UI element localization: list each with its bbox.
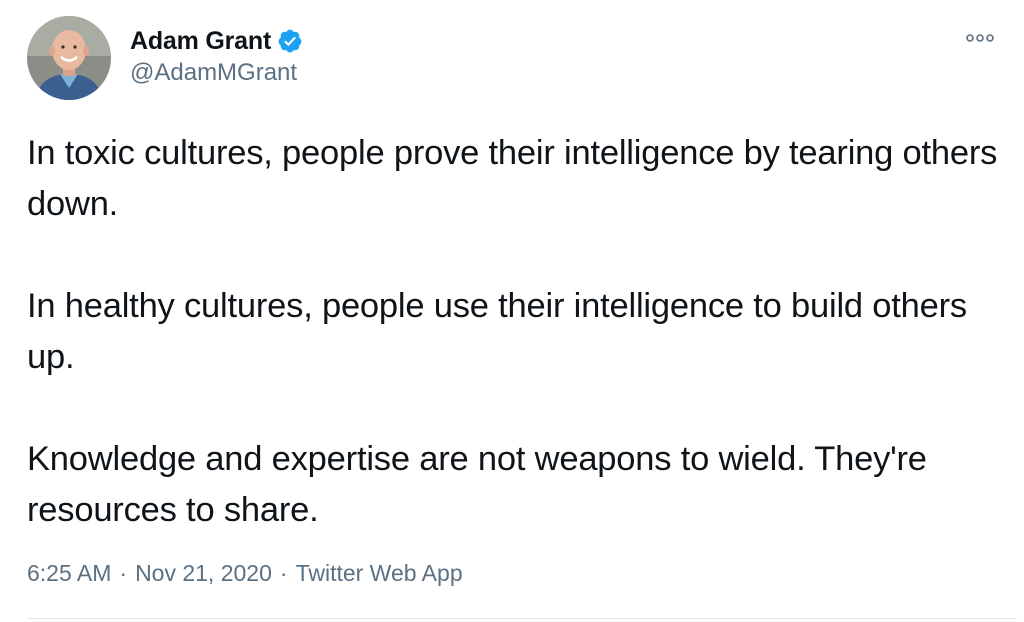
tweet-text: In toxic cultures, people prove their in… [27, 128, 1012, 536]
tweet-card: Adam Grant @AdamMGrant In toxic cultures… [0, 0, 1024, 622]
tweet-date[interactable]: Nov 21, 2020 [135, 560, 272, 587]
more-options-button[interactable] [960, 28, 1000, 48]
tweet-meta: 6:25 AM · Nov 21, 2020 · Twitter Web App [27, 560, 463, 587]
divider [27, 618, 1017, 619]
author-handle[interactable]: @AdamMGrant [130, 59, 297, 87]
tweet-time[interactable]: 6:25 AM [27, 560, 111, 587]
ellipsis-icon [966, 34, 994, 42]
meta-separator: · [119, 560, 128, 586]
profile-photo-icon [27, 16, 111, 100]
tweet-paragraph: In healthy cultures, people use their in… [27, 287, 967, 376]
author-display-name[interactable]: Adam Grant [130, 27, 271, 56]
verified-badge-icon [277, 28, 303, 54]
author-avatar[interactable] [27, 16, 111, 100]
tweet-source-link[interactable]: Twitter Web App [296, 560, 463, 587]
tweet-paragraph: In toxic cultures, people prove their in… [27, 134, 998, 223]
meta-separator: · [279, 560, 288, 586]
author-name-row: Adam Grant [130, 24, 303, 58]
tweet-paragraph: Knowledge and expertise are not weapons … [27, 440, 927, 529]
